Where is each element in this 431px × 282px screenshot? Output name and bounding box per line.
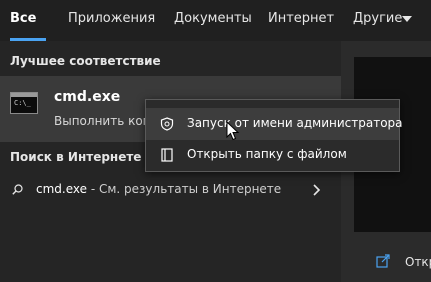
- chevron-down-icon[interactable]: [402, 16, 412, 22]
- search-tabs: Все Приложения Документы Интернет Другие: [0, 0, 431, 41]
- context-menu: Запуск от имени администратора Открыть п…: [145, 99, 403, 172]
- tab-web[interactable]: Интернет: [268, 11, 334, 26]
- web-search-heading: Поиск в Интернете: [10, 150, 142, 164]
- web-search-query: cmd.exe: [36, 182, 88, 196]
- tab-all[interactable]: Все: [10, 11, 36, 26]
- app-subtitle: Выполнить ком: [54, 114, 152, 128]
- mouse-cursor-icon: [226, 121, 240, 141]
- web-search-text: cmd.exe - См. результаты в Интернете: [36, 182, 281, 196]
- open-icon[interactable]: [376, 254, 390, 268]
- open-action-label[interactable]: Откр: [405, 255, 431, 269]
- best-match-heading: Лучшее соответствие: [10, 54, 161, 68]
- tab-apps[interactable]: Приложения: [68, 11, 155, 26]
- app-title: cmd.exe: [54, 89, 121, 105]
- menu-item-open-folder[interactable]: Открыть папку с файлом: [146, 140, 399, 172]
- shield-icon: [160, 117, 174, 131]
- search-icon: [12, 184, 23, 195]
- chevron-right-icon[interactable]: [312, 184, 321, 196]
- windows-search-window: Все Приложения Документы Интернет Другие…: [0, 0, 431, 282]
- web-search-suffix: - См. результаты в Интернете: [87, 182, 282, 196]
- menu-item-label: Запуск от имени администратора: [187, 116, 403, 130]
- menu-item-label: Открыть папку с файлом: [187, 147, 347, 161]
- command-prompt-icon-text: C:\_: [14, 99, 31, 107]
- folder-open-icon: [161, 148, 173, 162]
- command-prompt-icon: C:\_: [10, 92, 38, 114]
- tab-more[interactable]: Другие: [353, 11, 402, 26]
- menu-item-run-as-admin[interactable]: Запуск от имени администратора: [146, 108, 403, 140]
- tab-documents[interactable]: Документы: [174, 11, 252, 26]
